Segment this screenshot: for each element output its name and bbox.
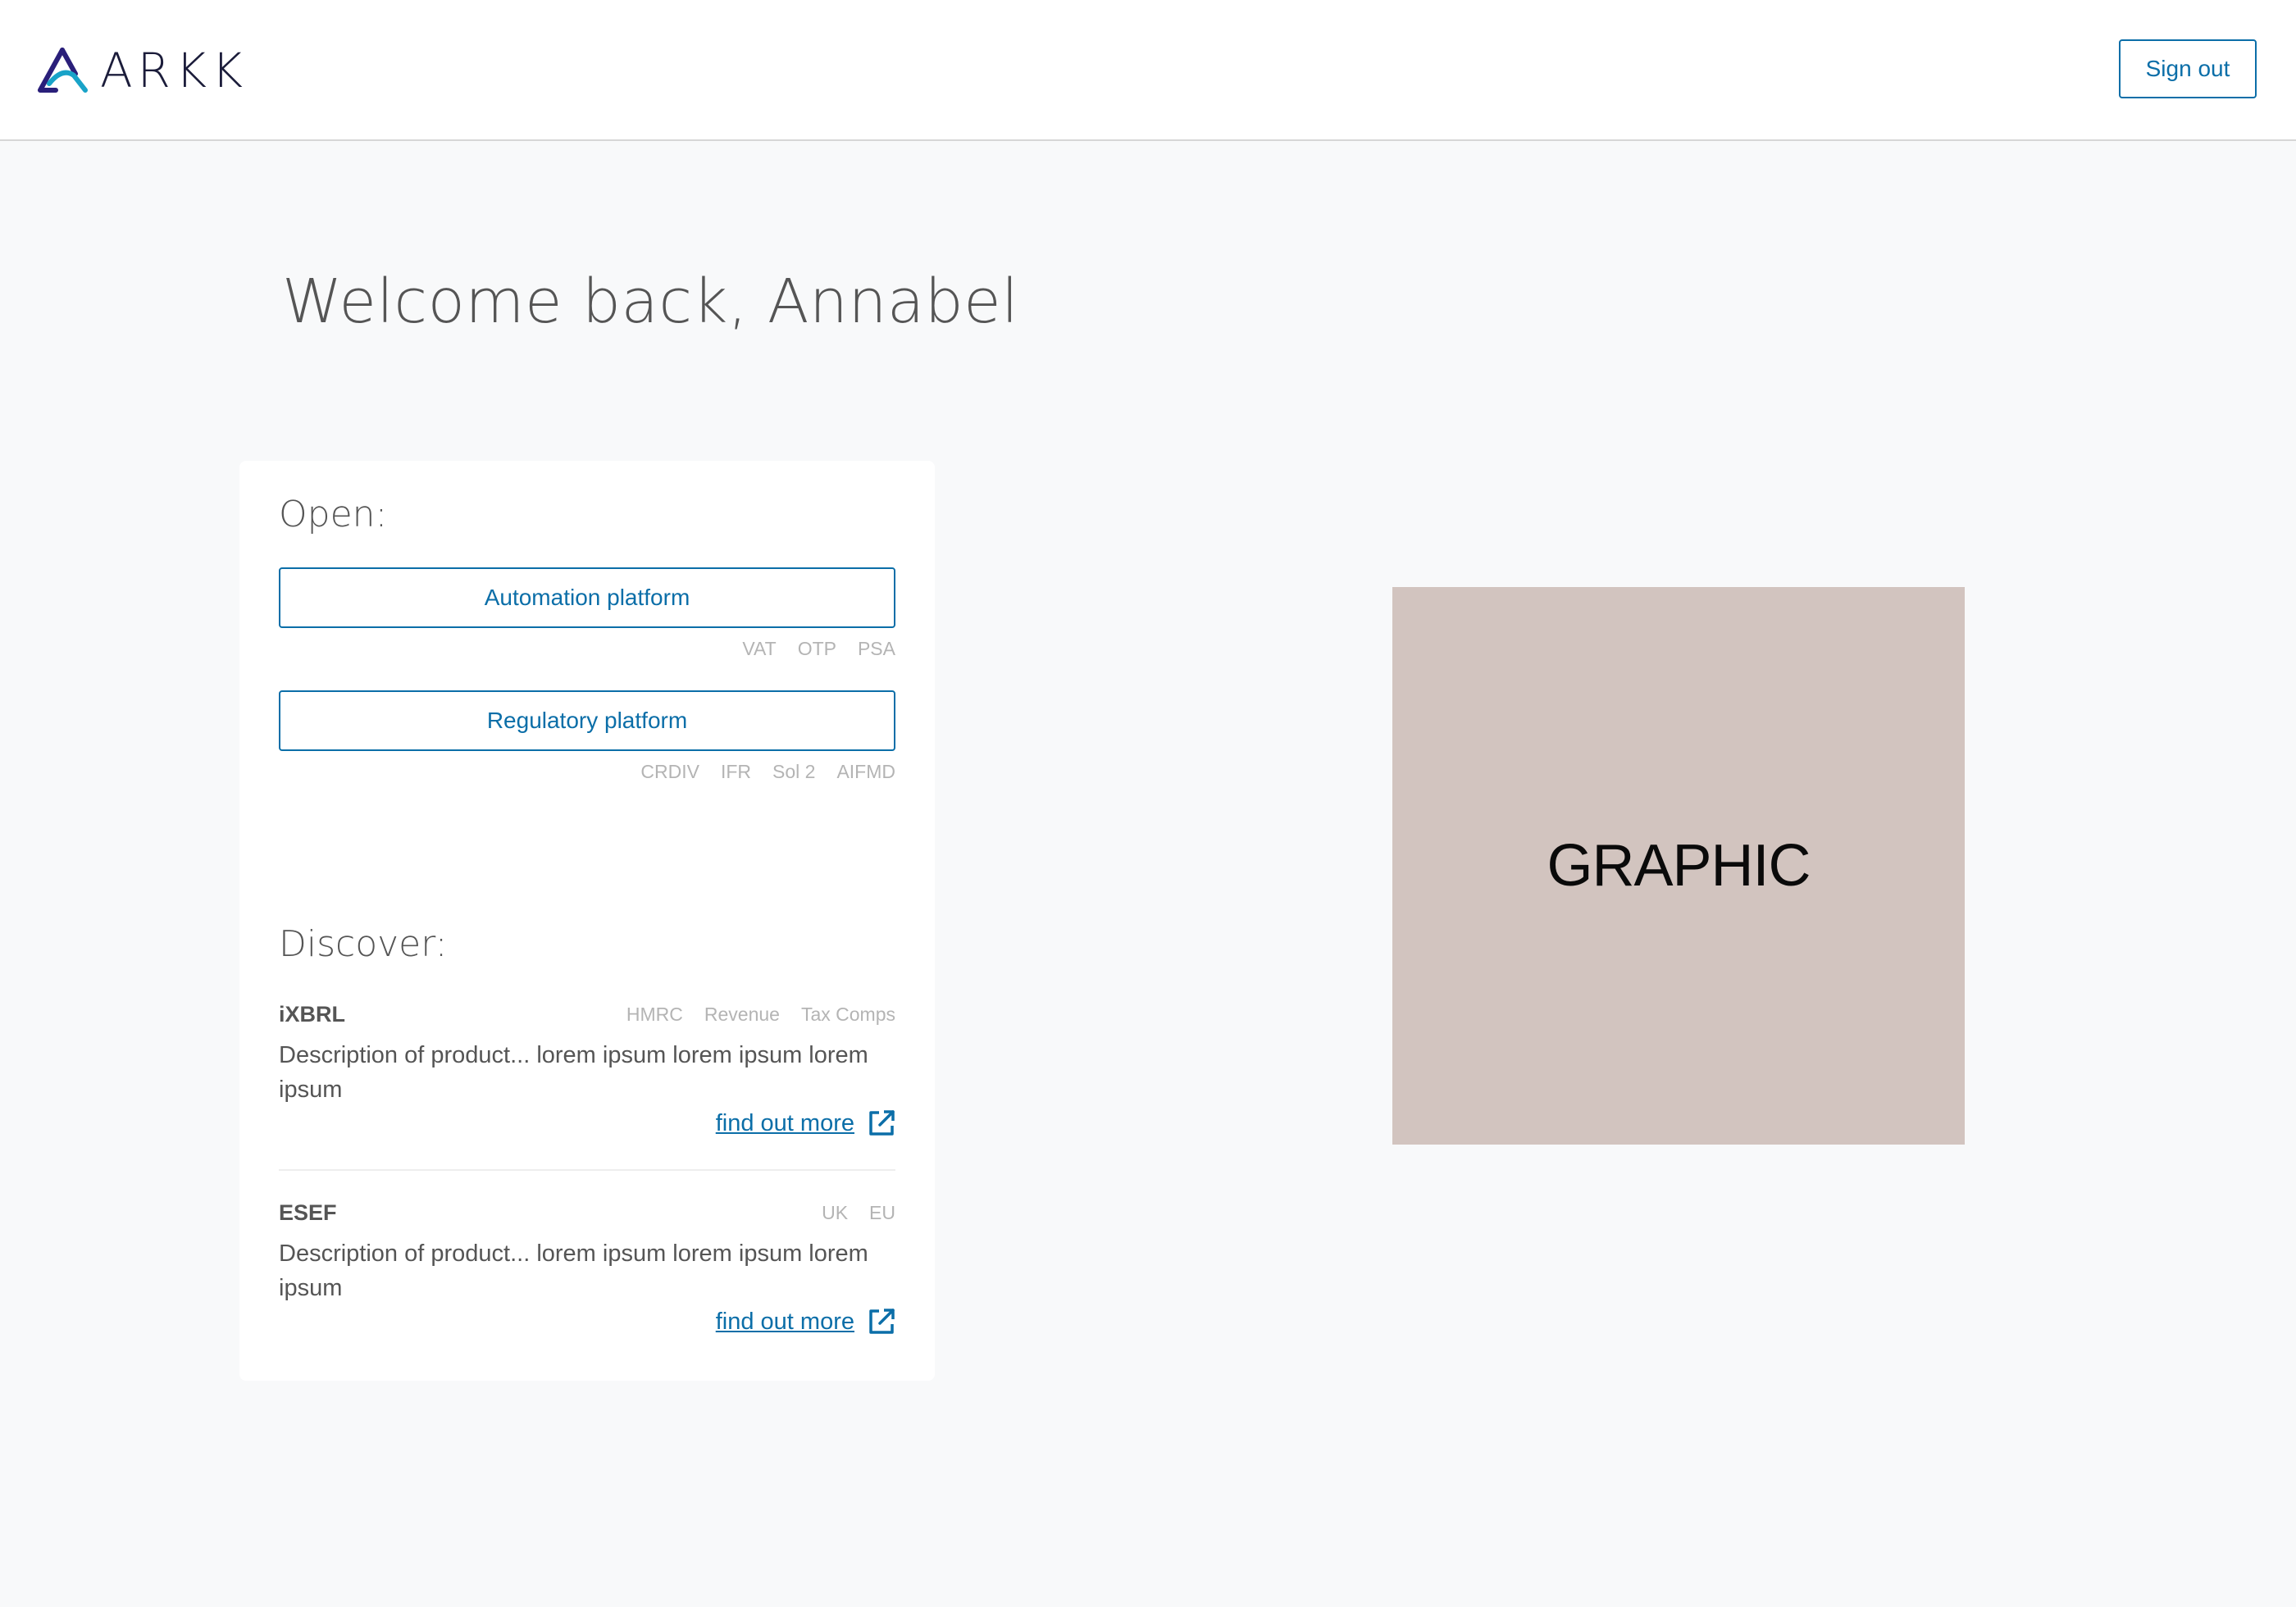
tag: UK (822, 1202, 849, 1223)
external-link-icon[interactable] (868, 1308, 895, 1336)
product-divider (279, 1169, 895, 1171)
arkk-logo[interactable]: ARKK (38, 46, 248, 95)
arkk-logo-icon (38, 48, 90, 93)
tag: IFR (720, 761, 751, 782)
discover-heading: Discover: (279, 923, 448, 965)
product-description: Description of product... lorem ipsum lo… (279, 1241, 868, 1301)
external-link-icon[interactable] (868, 1109, 895, 1137)
open-heading: Open: (279, 494, 388, 535)
tag: EU (869, 1202, 895, 1223)
find-out-more-link-esef[interactable]: find out more (716, 1307, 895, 1336)
find-out-more-label[interactable]: find out more (716, 1307, 854, 1336)
sign-out-button[interactable]: Sign out (2119, 39, 2257, 98)
tag: OTP (797, 638, 836, 659)
product-description: Description of product... lorem ipsum lo… (279, 1042, 868, 1103)
welcome-title: Welcome back, Annabel (282, 266, 1019, 337)
find-out-more-link-ixbrl[interactable]: find out more (716, 1109, 895, 1138)
regulatory-platform-tags: CRDIV IFR Sol 2 AIFMD (640, 759, 895, 784)
graphic-placeholder: GRAPHIC (1392, 587, 1965, 1145)
tag: PSA (857, 638, 895, 659)
find-out-more-label[interactable]: find out more (716, 1109, 854, 1138)
tag: AIFMD (836, 761, 895, 782)
regulatory-platform-button[interactable]: Regulatory platform (279, 690, 895, 751)
product-tags: HMRC Revenue Tax Comps (626, 1002, 895, 1027)
automation-platform-button[interactable]: Automation platform (279, 567, 895, 628)
product-name: ESEF (279, 1200, 337, 1225)
top-header: ARKK Sign out (0, 0, 2296, 141)
product-tags: UK EU (822, 1200, 895, 1225)
tag: CRDIV (640, 761, 699, 782)
product-name: iXBRL (279, 1002, 345, 1027)
tag: HMRC (626, 1004, 683, 1025)
automation-platform-tags: VAT OTP PSA (742, 636, 895, 661)
logo-text: ARKK (100, 43, 248, 98)
tag: Revenue (704, 1004, 780, 1025)
tag: Sol 2 (772, 761, 816, 782)
tag: Tax Comps (800, 1004, 895, 1025)
products-card: Open: Automation platform VAT OTP PSA Re… (239, 461, 935, 1381)
graphic-label: GRAPHIC (1547, 833, 1811, 899)
tag: VAT (742, 638, 777, 659)
